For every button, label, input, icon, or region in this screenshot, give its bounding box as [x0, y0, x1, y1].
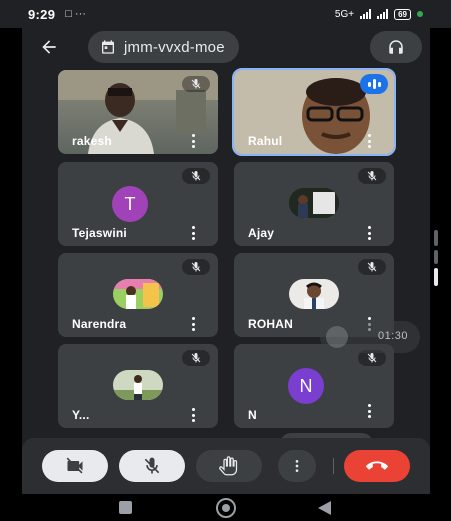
- mic-off-indicator: [358, 259, 386, 275]
- avatar: [289, 279, 339, 309]
- participant-name: Y...: [72, 408, 90, 422]
- participant-tile-rahul[interactable]: Rahul: [232, 68, 396, 156]
- avatar: T: [112, 186, 148, 222]
- signal-icon: [360, 9, 372, 19]
- mic-off-icon: [191, 79, 201, 89]
- camera-toggle-button[interactable]: [42, 450, 108, 482]
- participant-name: Ajay: [248, 226, 275, 240]
- status-bar: 9:29 □ ··· 5G+ 69: [0, 0, 451, 28]
- end-call-button[interactable]: [344, 450, 410, 482]
- avatar: [113, 370, 163, 400]
- participant-name: ROHAN: [248, 317, 293, 331]
- participant-name: Tejaswini: [72, 226, 127, 240]
- scrollbar-thumb[interactable]: [434, 268, 438, 286]
- mic-off-indicator: [358, 168, 386, 184]
- calendar-icon: [102, 40, 114, 54]
- mic-off-icon: [367, 171, 377, 181]
- timer-text: 01:30: [378, 330, 409, 342]
- mic-off-icon: [367, 262, 377, 272]
- participant-name: Narendra: [72, 317, 127, 331]
- participant-more-button[interactable]: [188, 226, 198, 240]
- participant-more-button[interactable]: [188, 317, 198, 331]
- mic-off-indicator: [182, 168, 210, 184]
- top-bar: jmm-vvxd-moe: [22, 28, 430, 66]
- participant-tile-ajay[interactable]: Ajay: [234, 162, 394, 246]
- system-nav-bar: [0, 494, 451, 521]
- participant-name: N: [248, 408, 257, 422]
- meet-app: jmm-vvxd-moe rakesh Rahul T Tejaswini Aj…: [22, 28, 438, 494]
- signal-icon-2: [377, 9, 389, 19]
- status-time: 9:29: [28, 6, 56, 22]
- headphones-icon: [389, 40, 403, 54]
- participant-name: rakesh: [72, 134, 112, 148]
- scrollbar-track-segment[interactable]: [434, 250, 438, 264]
- participant-name: Rahul: [248, 134, 283, 148]
- raise-hand-icon: [219, 456, 238, 476]
- participant-more-button[interactable]: [364, 404, 374, 418]
- avatar: [113, 279, 163, 309]
- mic-off-indicator: [182, 259, 210, 275]
- participant-more-button[interactable]: [364, 226, 374, 240]
- mic-off-icon: [367, 353, 377, 363]
- meeting-code: jmm-vvxd-moe: [124, 38, 225, 56]
- divider: [333, 458, 334, 474]
- more-options-button[interactable]: [278, 450, 316, 482]
- avatar-photo-image: [113, 279, 163, 309]
- speaking-indicator: [360, 74, 388, 94]
- avatar: [289, 188, 339, 218]
- arrow-left-icon: [42, 40, 56, 54]
- recents-icon[interactable]: [119, 501, 132, 514]
- participant-more-button[interactable]: [188, 134, 198, 148]
- network-type: 5G+: [334, 8, 355, 20]
- mic-toggle-button[interactable]: [119, 450, 185, 482]
- camera-off-icon: [66, 457, 83, 474]
- avatar-photo-image: [289, 188, 339, 218]
- avatar: N: [288, 368, 324, 404]
- privacy-indicator-icon: [417, 11, 423, 17]
- participant-tile-tejaswini[interactable]: T Tejaswini: [58, 162, 218, 246]
- mic-off-indicator: [182, 350, 210, 366]
- participant-more-button[interactable]: [364, 134, 374, 148]
- battery-icon: 69: [394, 8, 411, 20]
- timer-pill: 01:30: [320, 321, 420, 353]
- participant-tile-narendra[interactable]: Narendra: [58, 253, 218, 337]
- back-icon[interactable]: [318, 501, 331, 515]
- avatar-photo-image: [289, 279, 339, 309]
- participant-tile-rakesh[interactable]: rakesh: [58, 70, 218, 154]
- mic-off-indicator: [182, 76, 210, 92]
- meeting-info-button[interactable]: jmm-vvxd-moe: [88, 31, 239, 63]
- participant-tile-y[interactable]: Y...: [58, 344, 218, 428]
- home-icon[interactable]: [216, 498, 236, 518]
- mic-off-icon: [191, 171, 201, 181]
- timer-handle: [326, 326, 348, 348]
- status-indicators: 5G+ 69: [334, 8, 423, 20]
- audio-output-button[interactable]: [370, 31, 422, 63]
- back-button[interactable]: [32, 32, 66, 62]
- avatar-photo-image: [113, 370, 163, 400]
- mic-off-icon: [191, 353, 201, 363]
- mic-off-icon: [191, 262, 201, 272]
- participant-tile-n[interactable]: N N: [234, 344, 394, 428]
- end-call-icon: [366, 461, 388, 470]
- status-notification-icons: □ ···: [65, 8, 86, 20]
- more-vert-icon: [295, 460, 299, 472]
- raise-hand-button[interactable]: [196, 450, 262, 482]
- mic-off-icon: [144, 457, 160, 474]
- call-controls: [22, 438, 430, 494]
- participant-more-button[interactable]: [188, 408, 198, 422]
- scrollbar-track[interactable]: [434, 230, 438, 246]
